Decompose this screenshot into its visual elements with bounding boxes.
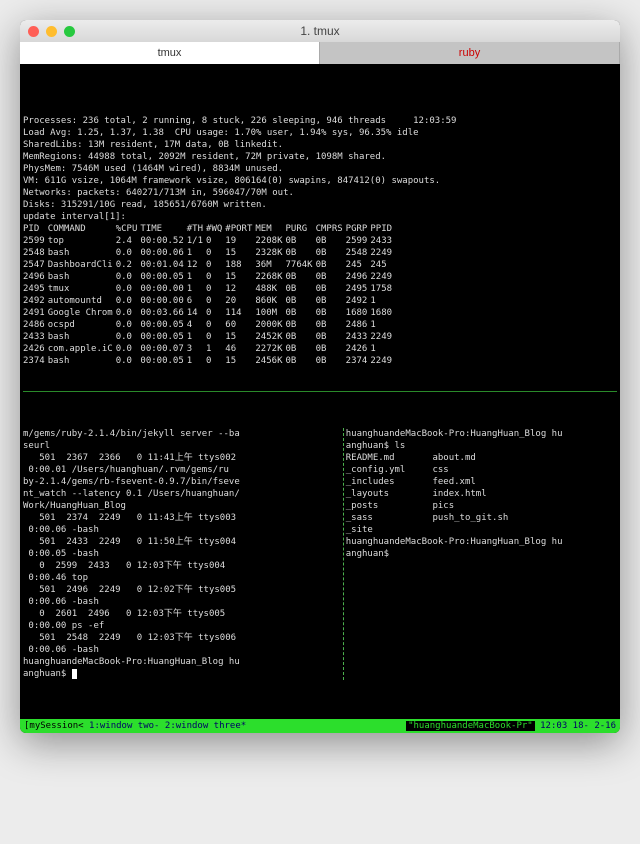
- terminal-line: huanghuandeMacBook-Pro:HuangHuan_Blog hu: [346, 536, 617, 548]
- column-header: PURG: [285, 223, 315, 235]
- column-header: PPID: [370, 223, 395, 235]
- column-header: PID: [23, 223, 48, 235]
- terminal-line: huanghuandeMacBook-Pro:HuangHuan_Blog hu: [23, 656, 343, 668]
- terminal-line: anghuan$: [23, 668, 343, 680]
- terminal-line: 501 2496 2249 0 12:02下午 ttys005: [23, 584, 343, 596]
- terminal-line: m/gems/ruby-2.1.4/bin/jekyll server --ba: [23, 428, 343, 440]
- table-row: 2374bash0.000:00.0510152456K0B0B23742249: [23, 355, 395, 367]
- table-row: 2491Google Chrom0.000:03.66140114100M0B0…: [23, 307, 395, 319]
- pane-split: m/gems/ruby-2.1.4/bin/jekyll server --ba…: [23, 428, 617, 680]
- tmux-statusbar[interactable]: [mySession< 1:window two- 2:window three…: [20, 719, 620, 733]
- terminal-body[interactable]: Processes: 236 total, 2 running, 8 stuck…: [20, 64, 620, 719]
- window-title: 1. tmux: [20, 24, 620, 38]
- terminal-line: 501 2433 2249 0 11:50上午 ttys004: [23, 536, 343, 548]
- column-header: #PORT: [225, 223, 255, 235]
- column-header: %CPU: [116, 223, 141, 235]
- terminal-line: _site: [346, 524, 617, 536]
- terminal-line: Work/HuangHuan_Blog: [23, 500, 343, 512]
- terminal-line: _layouts index.html: [346, 488, 617, 500]
- table-row: 2426com.apple.iC0.000:00.0731462272K0B0B…: [23, 343, 395, 355]
- terminal-line: huanghuandeMacBook-Pro:HuangHuan_Blog hu: [346, 428, 617, 440]
- table-row: 2547DashboardCli0.200:01.0412018836M7764…: [23, 259, 395, 271]
- column-header: COMMAND: [48, 223, 116, 235]
- top-header-line: Load Avg: 1.25, 1.37, 1.38 CPU usage: 1.…: [23, 128, 419, 138]
- terminal-line: 501 2548 2249 0 12:03下午 ttys006: [23, 632, 343, 644]
- process-table: PIDCOMMAND%CPUTIME#TH#WQ#PORTMEMPURGCMPR…: [23, 223, 395, 367]
- terminal-line: README.md about.md: [346, 452, 617, 464]
- table-row: 2496bash0.000:00.0510152268K0B0B24962249: [23, 271, 395, 283]
- terminal-line: _config.yml css: [346, 464, 617, 476]
- top-header-line: Processes: 236 total, 2 running, 8 stuck…: [23, 116, 456, 126]
- top-header-line: Disks: 315291/10G read, 185651/6760M wri…: [23, 200, 267, 210]
- column-header: MEM: [255, 223, 285, 235]
- table-row: 2599top2.400:00.521/10192208K0B0B2599243…: [23, 235, 395, 247]
- terminal-window: 1. tmux tmux ruby Processes: 236 total, …: [20, 20, 620, 733]
- table-row: 2492automountd0.000:00.006020860K0B0B249…: [23, 295, 395, 307]
- terminal-line: _includes feed.xml: [346, 476, 617, 488]
- table-row: 2495tmux0.000:00.001012488K0B0B24951758: [23, 283, 395, 295]
- terminal-line: 0:00.01 /Users/huanghuan/.rvm/gems/ru: [23, 464, 343, 476]
- top-header-line: update interval[1]:: [23, 212, 126, 222]
- column-header: #WQ: [206, 223, 225, 235]
- terminal-line: 0:00.05 -bash: [23, 548, 343, 560]
- table-row: 2486ocspd0.000:00.0540602000K0B0B24861: [23, 319, 395, 331]
- column-header: TIME: [140, 223, 186, 235]
- terminal-line: anghuan$ ls: [346, 440, 617, 452]
- column-header: #TH: [187, 223, 206, 235]
- top-header-line: VM: 611G vsize, 1064M framework vsize, 8…: [23, 176, 440, 186]
- terminal-line: 0:00.06 -bash: [23, 524, 343, 536]
- terminal-line: 0:00.06 -bash: [23, 596, 343, 608]
- terminal-line: 501 2374 2249 0 11:43上午 ttys003: [23, 512, 343, 524]
- terminal-line: anghuan$: [346, 548, 617, 560]
- status-right: "huanghuandeMacBook-Pr" 12:03 18- 2-16: [406, 721, 616, 731]
- top-header-line: PhysMem: 7546M used (1464M wired), 8834M…: [23, 164, 283, 174]
- tab-ruby[interactable]: ruby: [320, 42, 620, 64]
- table-header: PIDCOMMAND%CPUTIME#TH#WQ#PORTMEMPURGCMPR…: [23, 223, 395, 235]
- column-header: CMPRS: [316, 223, 346, 235]
- status-window-1[interactable]: 1:window two-: [89, 721, 159, 731]
- terminal-line: 0 2601 2496 0 12:03下午 ttys005: [23, 608, 343, 620]
- terminal-line: seurl: [23, 440, 343, 452]
- pane-right[interactable]: huanghuandeMacBook-Pro:HuangHuan_Blog hu…: [344, 428, 617, 680]
- terminal-line: 0 2599 2433 0 12:03下午 ttys004: [23, 560, 343, 572]
- tab-tmux[interactable]: tmux: [20, 42, 320, 64]
- terminal-line: by-2.1.4/gems/rb-fsevent-0.9.7/bin/fseve: [23, 476, 343, 488]
- table-row: 2433bash0.000:00.0510152452K0B0B24332249: [23, 331, 395, 343]
- top-header-line: Networks: packets: 640271/713M in, 59604…: [23, 188, 294, 198]
- titlebar[interactable]: 1. tmux: [20, 20, 620, 42]
- table-row: 2548bash0.000:00.0610152328K0B0B25482249: [23, 247, 395, 259]
- terminal-line: _sass push_to_git.sh: [346, 512, 617, 524]
- terminal-line: _posts pics: [346, 500, 617, 512]
- terminal-line: 0:00.06 -bash: [23, 644, 343, 656]
- pane-left[interactable]: m/gems/ruby-2.1.4/bin/jekyll server --ba…: [23, 428, 344, 680]
- top-header-line: SharedLibs: 13M resident, 17M data, 0B l…: [23, 140, 283, 150]
- cursor-icon: [72, 669, 77, 679]
- top-header-line: MemRegions: 44988 total, 2092M resident,…: [23, 152, 386, 162]
- status-window-2[interactable]: 2:window three*: [165, 721, 246, 731]
- tab-bar: tmux ruby: [20, 42, 620, 64]
- terminal-line: 0:00.46 top: [23, 572, 343, 584]
- terminal-line: 0:00.00 ps -ef: [23, 620, 343, 632]
- terminal-line: nt_watch --latency 0.1 /Users/huanghuan/: [23, 488, 343, 500]
- terminal-line: 501 2367 2366 0 11:41上午 ttys002: [23, 452, 343, 464]
- column-header: PGRP: [346, 223, 371, 235]
- session-name: [mySession<: [24, 721, 89, 731]
- pane-top[interactable]: Processes: 236 total, 2 running, 8 stuck…: [23, 103, 617, 392]
